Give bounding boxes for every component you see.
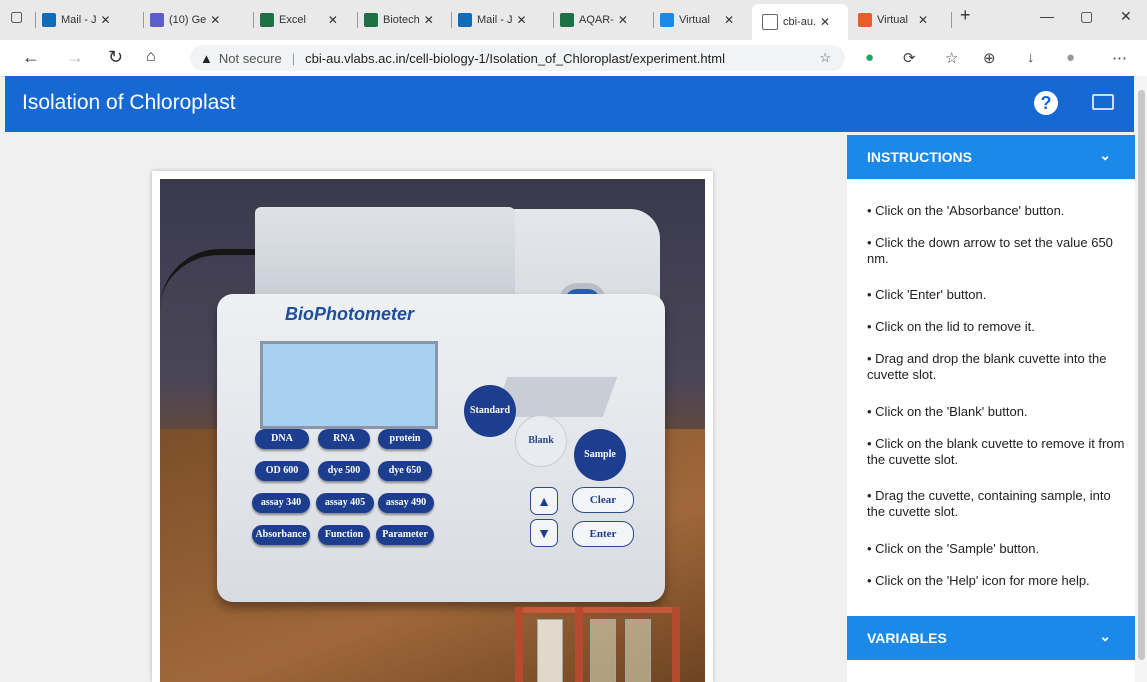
close-icon[interactable]: ✕: [328, 13, 338, 27]
dna-button[interactable]: DNA: [255, 429, 309, 449]
od600-button[interactable]: OD 600: [255, 461, 309, 481]
window-close-icon[interactable]: ✕: [1120, 8, 1132, 25]
favorite-add-icon[interactable]: ☆: [819, 50, 831, 66]
instruction-item: • Click on the 'Help' icon for more help…: [867, 573, 1090, 588]
instruction-item: • Click on the 'Blank' button.: [867, 404, 1028, 419]
function-button[interactable]: Function: [318, 525, 370, 545]
close-icon[interactable]: ✕: [210, 13, 220, 27]
simulation-frame: BioPhotometer DNA RNA protein OD 600 dye…: [152, 171, 713, 682]
blank-button[interactable]: Blank: [515, 415, 567, 467]
reload-icon[interactable]: ↻: [108, 46, 123, 68]
address-bar[interactable]: ▲ Not secure | cbi-au.vlabs.ac.in/cell-b…: [190, 45, 845, 71]
url-text[interactable]: cbi-au.vlabs.ac.in/cell-biology-1/Isolat…: [305, 51, 725, 66]
tab-actions-icon[interactable]: ▢: [10, 8, 23, 25]
sample-cuvette[interactable]: [590, 619, 616, 682]
tab-aqar[interactable]: AQAR- ✕: [560, 6, 628, 34]
home-icon[interactable]: ⌂: [146, 46, 156, 68]
down-arrow-button[interactable]: ▼: [530, 519, 558, 547]
close-icon[interactable]: ✕: [820, 15, 830, 29]
chevron-down-icon[interactable]: ⌄: [1099, 628, 1111, 645]
profile-avatar[interactable]: ●: [1066, 49, 1075, 66]
device-brand: BioPhotometer: [285, 304, 415, 324]
instruction-item: • Click on the 'Absorbance' button.: [867, 203, 1065, 218]
instruction-item: • Click on the lid to remove it.: [867, 319, 1035, 334]
assay405-button[interactable]: assay 405: [316, 493, 374, 513]
close-icon[interactable]: ✕: [618, 13, 628, 27]
close-icon[interactable]: ✕: [516, 13, 526, 27]
blank-cuvette[interactable]: [537, 619, 563, 682]
grammarly-icon[interactable]: ●: [865, 49, 874, 66]
warning-icon: ▲: [200, 50, 213, 66]
tab-virtual-2[interactable]: Virtual ✕: [858, 6, 928, 34]
instructions-header[interactable]: INSTRUCTIONS ⌄: [847, 135, 1135, 179]
cuvette-rack: [515, 607, 680, 682]
standard-button[interactable]: Standard: [464, 385, 516, 437]
outlook-icon: [42, 13, 56, 27]
dye650-button[interactable]: dye 650: [378, 461, 432, 481]
instruction-item: • Click 'Enter' button.: [867, 287, 987, 302]
address-toolbar: ← → ↻ ⌂ ▲ Not secure | cbi-au.vlabs.ac.i…: [0, 40, 1147, 77]
photometer-body-top: [255, 207, 515, 302]
assay490-button[interactable]: assay 490: [378, 493, 434, 513]
assay340-button[interactable]: assay 340: [252, 493, 310, 513]
tab-excel[interactable]: Excel ✕: [260, 6, 338, 34]
close-icon[interactable]: ✕: [724, 13, 734, 27]
document-icon: [762, 14, 778, 30]
browser-tabstrip: ▢ Mail - J ✕ (10) Ge ✕ Excel ✕ Biotech ✕…: [0, 0, 1147, 40]
protein-button[interactable]: protein: [378, 429, 432, 449]
outlook-icon: [458, 13, 472, 27]
collections-icon[interactable]: ⊕: [983, 49, 996, 67]
instruction-item: • Drag the cuvette, containing sample, i…: [867, 488, 1111, 519]
more-menu-icon[interactable]: ⋯: [1112, 49, 1127, 67]
app-header: Isolation of Chloroplast ?: [5, 76, 1134, 132]
close-icon[interactable]: ✕: [100, 13, 110, 27]
maximize-icon[interactable]: ▢: [1080, 8, 1093, 25]
instruction-item: • Drag and drop the blank cuvette into t…: [867, 351, 1107, 382]
forward-icon[interactable]: →: [66, 46, 84, 68]
instruction-item: • Click on the blank cuvette to remove i…: [867, 436, 1125, 467]
security-label: Not secure: [218, 50, 282, 66]
simulation-canvas: BioPhotometer DNA RNA protein OD 600 dye…: [160, 179, 705, 682]
close-icon[interactable]: ✕: [918, 13, 928, 27]
tab-cbi-active[interactable]: cbi-au. ✕: [752, 4, 848, 40]
excel-icon: [364, 13, 378, 27]
variables-header[interactable]: VARIABLES ⌄: [847, 616, 1135, 660]
variables-panel: [847, 660, 1135, 682]
sample-cuvette[interactable]: [625, 619, 651, 682]
chevron-down-icon[interactable]: ⌄: [1099, 147, 1111, 164]
vlabs-icon: [858, 13, 872, 27]
page-scrollbar[interactable]: [1135, 76, 1147, 682]
tab-mail-2[interactable]: Mail - J ✕: [458, 6, 527, 34]
page-title: Isolation of Chloroplast: [22, 91, 236, 114]
parameter-button[interactable]: Parameter: [376, 525, 434, 545]
excel-icon: [560, 13, 574, 27]
instruction-item: • Click on the 'Sample' button.: [867, 541, 1040, 556]
download-icon[interactable]: ↓: [1027, 49, 1035, 66]
enter-button[interactable]: Enter: [572, 521, 634, 547]
excel-icon: [260, 13, 274, 27]
back-icon[interactable]: ←: [22, 46, 40, 68]
clear-button[interactable]: Clear: [572, 487, 634, 513]
sample-button[interactable]: Sample: [574, 429, 626, 481]
tab-virtual-1[interactable]: Virtual ✕: [660, 6, 734, 34]
minimize-icon[interactable]: —: [1040, 8, 1054, 24]
absorbance-button[interactable]: Absorbance: [252, 525, 310, 545]
tab-biotech[interactable]: Biotech ✕: [364, 6, 434, 34]
up-arrow-button[interactable]: ▲: [530, 487, 558, 515]
close-icon[interactable]: ✕: [424, 13, 434, 27]
dye500-button[interactable]: dye 500: [318, 461, 370, 481]
favorites-icon[interactable]: ☆: [945, 49, 958, 67]
tab-teams[interactable]: (10) Ge ✕: [150, 6, 220, 34]
teams-icon: [150, 13, 164, 27]
rna-button[interactable]: RNA: [318, 429, 370, 449]
tab-mail-1[interactable]: Mail - J ✕: [42, 6, 111, 34]
instruction-item: • Click the down arrow to set the value …: [867, 235, 1113, 266]
fullscreen-icon[interactable]: [1092, 94, 1114, 110]
lcd-display: [260, 341, 438, 429]
help-icon[interactable]: ?: [1034, 91, 1058, 115]
page-icon: [660, 13, 674, 27]
new-tab-icon[interactable]: +: [960, 5, 971, 26]
extensions-icon[interactable]: ⟳: [903, 49, 916, 67]
